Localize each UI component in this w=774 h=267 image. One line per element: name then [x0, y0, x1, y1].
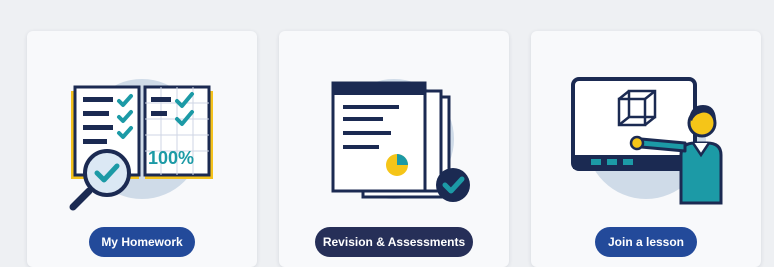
documents-pie-chart-check-icon	[331, 79, 470, 202]
revision-assessments-button[interactable]: Revision & Assessments	[315, 227, 473, 257]
revision-card[interactable]: Revision & Assessments	[279, 31, 509, 267]
join-lesson-card[interactable]: Join a lesson	[531, 31, 761, 267]
score-text: 100%	[148, 148, 194, 168]
my-homework-button[interactable]: My Homework	[89, 227, 195, 257]
teacher-whiteboard-cube-icon	[571, 77, 723, 205]
homework-card[interactable]: 100% My Homework	[27, 31, 257, 267]
open-book-checklist-magnifier-icon: 100%	[69, 79, 213, 211]
join-a-lesson-button[interactable]: Join a lesson	[595, 227, 697, 257]
